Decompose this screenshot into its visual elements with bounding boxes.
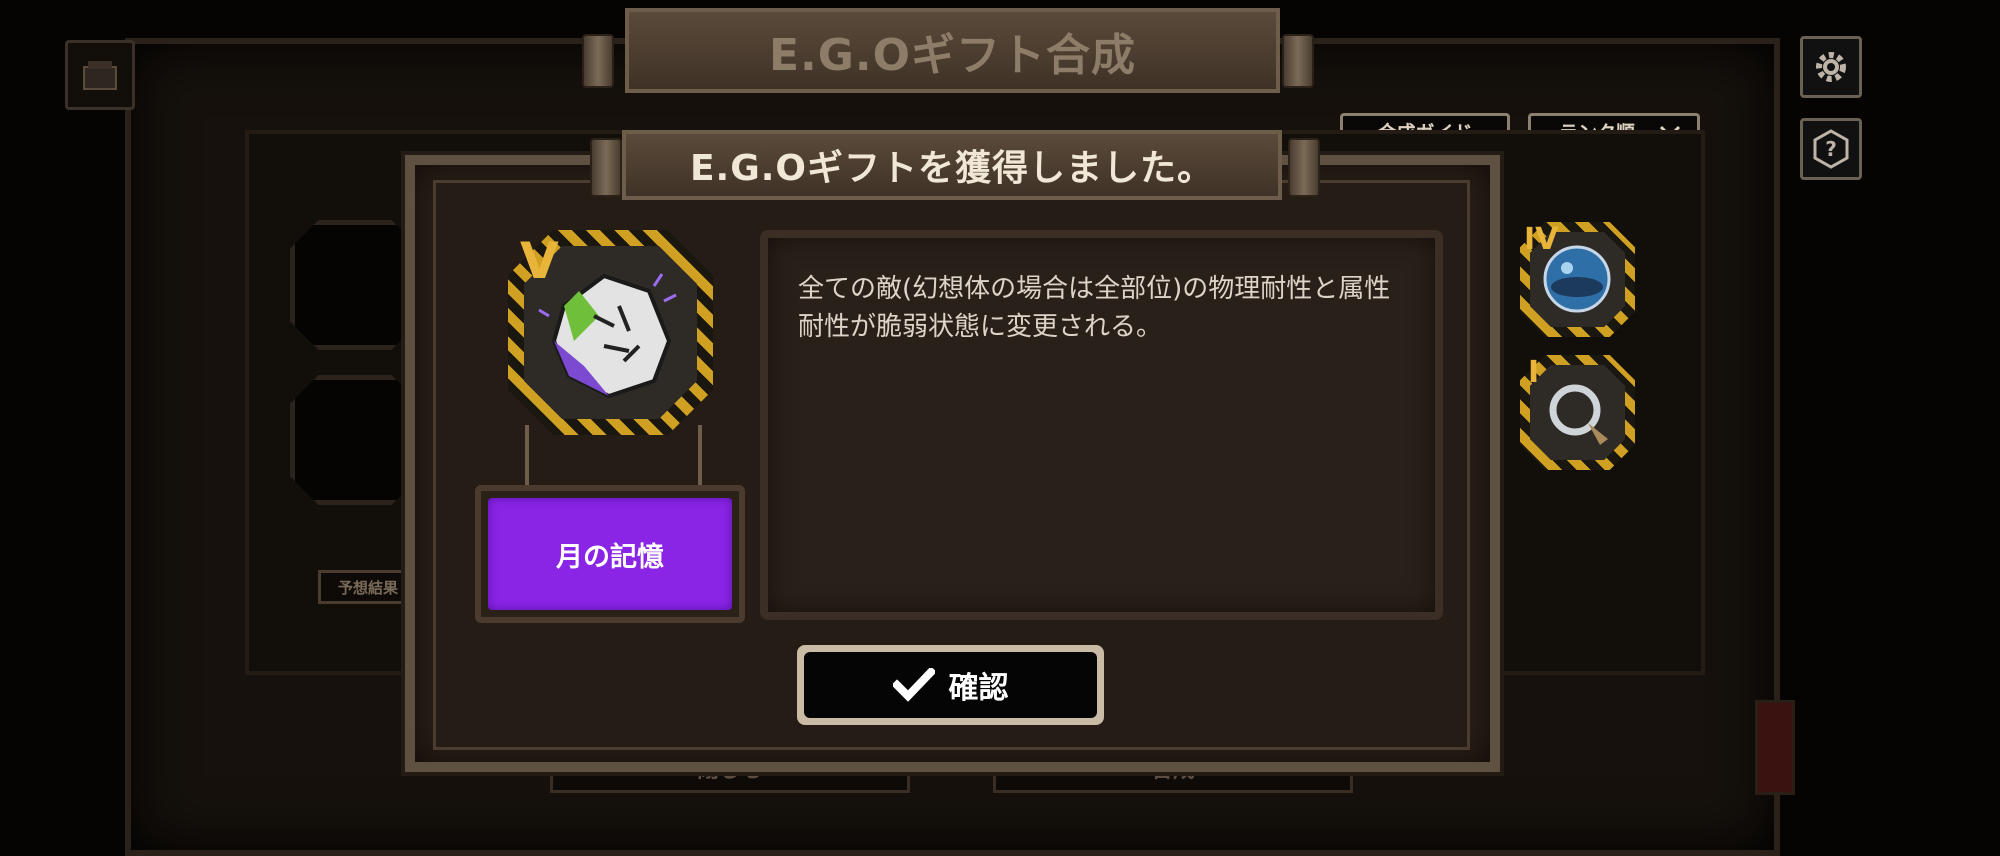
svg-text:?: ? [1825,137,1837,161]
confirm-label: 確認 [948,671,1009,706]
material-slot[interactable] [290,220,420,350]
side-lever [1755,700,1795,795]
settings-gear-icon[interactable] [1800,36,1862,98]
material-slot[interactable] [290,375,420,505]
gift-description-box: 全ての敵(幻想体の場合は全部位)の物理耐性と属性耐性が脆弱状態に変更される。 [760,230,1443,620]
inventory-icon[interactable] [65,40,135,110]
dialog-title: E.G.Oギフトを獲得しました。 [622,130,1282,200]
check-icon [892,668,935,702]
gift-description: 全ての敵(幻想体の場合は全部位)の物理耐性と属性耐性が脆弱状態に変更される。 [798,274,1391,342]
forecast-label: 予想結果 [318,570,418,604]
gift-rank-label: V [520,232,559,290]
ring-icon [1549,384,1608,445]
confirm-button[interactable]: 確認 [804,652,1097,718]
help-icon[interactable]: ? [1800,118,1862,180]
rank-label: IV [1524,222,1559,257]
rank-label: I [1528,355,1540,390]
gift-name: 月の記憶 [488,498,732,610]
main-title: E.G.Oギフト合成 [625,8,1280,93]
